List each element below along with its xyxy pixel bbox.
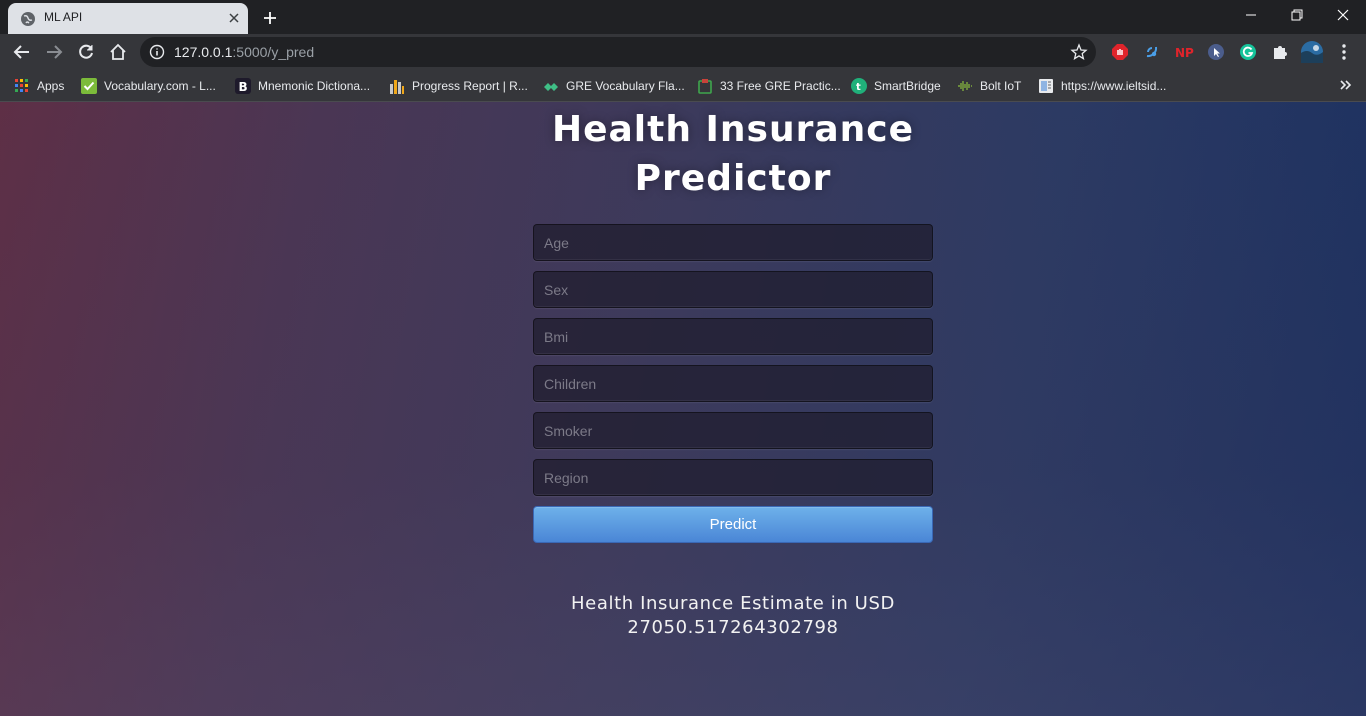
url-text: 127.0.0.1:5000/y_pred bbox=[174, 44, 314, 60]
result-value: 27050.517264302798 bbox=[627, 617, 839, 638]
page-content: Health Insurance Predictor Predict Healt… bbox=[0, 102, 1366, 716]
cursor-extension[interactable] bbox=[1206, 42, 1226, 62]
gre-flashcards-icon bbox=[543, 78, 559, 94]
info-icon[interactable] bbox=[149, 44, 165, 60]
page-title: Health Insurance Predictor bbox=[551, 109, 915, 199]
address-bar[interactable]: 127.0.0.1:5000/y_pred bbox=[140, 37, 1096, 67]
bookmark-mnemonic[interactable]: B Mnemonic Dictiona... bbox=[235, 76, 370, 96]
close-window-icon bbox=[1337, 9, 1349, 21]
smoker-input[interactable] bbox=[533, 412, 933, 449]
audio-extension-icon bbox=[1146, 46, 1158, 58]
double-chevron-right-icon[interactable] bbox=[1338, 78, 1352, 92]
gre-practice-icon bbox=[697, 78, 713, 94]
restore-button[interactable] bbox=[1274, 0, 1320, 30]
cursor-extension-icon bbox=[1208, 44, 1224, 60]
prediction-result: Health Insurance Estimate in USD 27050.5… bbox=[433, 592, 1033, 640]
svg-text:NP: NP bbox=[1175, 46, 1194, 60]
adblock-extension[interactable] bbox=[1110, 42, 1130, 62]
bookmark-progress-report[interactable]: Progress Report | R... bbox=[389, 76, 528, 96]
children-input[interactable] bbox=[533, 365, 933, 402]
close-window-button[interactable] bbox=[1320, 0, 1366, 30]
tab-title: ML API bbox=[44, 10, 83, 24]
bookmark-star-icon[interactable] bbox=[1070, 43, 1088, 61]
reload-button[interactable] bbox=[74, 40, 98, 64]
bookmark-smartbridge[interactable]: t SmartBridge bbox=[851, 76, 941, 96]
forward-button[interactable] bbox=[42, 40, 66, 64]
smartbridge-icon: t bbox=[851, 78, 867, 94]
back-button[interactable] bbox=[10, 40, 34, 64]
profile-button[interactable] bbox=[1300, 40, 1324, 64]
sex-input[interactable] bbox=[533, 271, 933, 308]
bookmark-label: 33 Free GRE Practic... bbox=[720, 79, 841, 93]
bookmark-gre-practice[interactable]: 33 Free GRE Practic... bbox=[697, 76, 841, 96]
back-arrow-icon bbox=[13, 45, 29, 59]
bookmark-label: Apps bbox=[37, 79, 65, 93]
vocabulary-check-icon bbox=[81, 78, 97, 94]
menu-dots-icon bbox=[1342, 44, 1346, 60]
bookmark-label: Mnemonic Dictiona... bbox=[258, 79, 371, 93]
plus-icon bbox=[264, 12, 276, 24]
audio-extension[interactable] bbox=[1142, 42, 1162, 62]
bookmark-vocabulary[interactable]: Vocabulary.com - L... bbox=[81, 76, 216, 96]
close-icon[interactable] bbox=[226, 10, 242, 26]
minimize-icon bbox=[1246, 14, 1256, 16]
profile-avatar-icon bbox=[1301, 41, 1323, 63]
home-icon bbox=[110, 43, 126, 60]
page-icon bbox=[1038, 78, 1054, 94]
apps-grid-icon bbox=[14, 78, 30, 94]
region-input[interactable] bbox=[533, 459, 933, 496]
bookmark-label: GRE Vocabulary Fla... bbox=[566, 79, 685, 93]
url-path: :5000/y_pred bbox=[232, 44, 315, 60]
svg-text:t: t bbox=[856, 82, 861, 93]
bookmark-ielts[interactable]: https://www.ieltsid... bbox=[1038, 76, 1166, 96]
bookmark-label: Vocabulary.com - L... bbox=[104, 79, 216, 93]
minimize-button[interactable] bbox=[1228, 0, 1274, 30]
puzzle-icon bbox=[1274, 46, 1287, 59]
new-tab-button[interactable] bbox=[259, 7, 281, 29]
bookmark-label: Progress Report | R... bbox=[412, 79, 528, 93]
progress-report-icon bbox=[389, 78, 405, 94]
age-input[interactable] bbox=[533, 224, 933, 261]
bookmark-bolt-iot[interactable]: Bolt IoT bbox=[957, 76, 1021, 96]
np-extension-icon: NP bbox=[1175, 46, 1194, 60]
adblock-icon bbox=[1112, 44, 1128, 60]
bookmark-label: Bolt IoT bbox=[980, 79, 1022, 93]
tab-strip: ML API bbox=[0, 0, 1366, 34]
np-extension[interactable]: NP bbox=[1174, 42, 1194, 62]
bookmark-apps[interactable]: Apps bbox=[14, 76, 64, 96]
extensions-button[interactable] bbox=[1270, 42, 1290, 62]
bookmarks-bar: Apps Vocabulary.com - L... B Mnemonic Di… bbox=[0, 70, 1366, 102]
bmi-input[interactable] bbox=[533, 318, 933, 355]
browser-menu-button[interactable] bbox=[1334, 42, 1354, 62]
reload-icon bbox=[79, 44, 93, 59]
browser-tab[interactable]: ML API bbox=[8, 3, 248, 34]
browser-toolbar: 127.0.0.1:5000/y_pred NP bbox=[0, 34, 1366, 70]
forward-arrow-icon bbox=[47, 45, 63, 59]
grammarly-icon bbox=[1240, 44, 1256, 60]
mnemonic-b-icon: B bbox=[235, 78, 251, 94]
url-host: 127.0.0.1 bbox=[174, 44, 233, 60]
predict-button[interactable]: Predict bbox=[533, 506, 933, 543]
restore-icon bbox=[1291, 9, 1303, 21]
svg-text:B: B bbox=[239, 80, 248, 94]
bolt-iot-icon bbox=[957, 78, 973, 94]
result-label: Health Insurance Estimate in USD bbox=[571, 593, 895, 614]
home-button[interactable] bbox=[106, 40, 130, 64]
globe-icon bbox=[21, 12, 35, 26]
bookmark-gre-vocabulary[interactable]: GRE Vocabulary Fla... bbox=[543, 76, 685, 96]
bookmark-label: https://www.ieltsid... bbox=[1061, 79, 1167, 93]
bookmark-label: SmartBridge bbox=[874, 79, 941, 93]
grammarly-extension[interactable] bbox=[1238, 42, 1258, 62]
